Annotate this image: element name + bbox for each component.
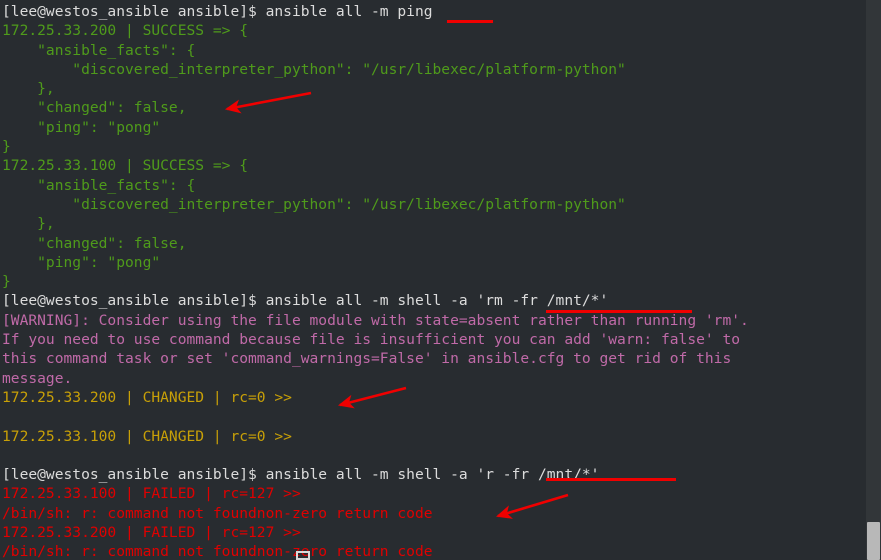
terminal-line: If you need to use command because file … — [2, 331, 741, 349]
terminal-line: 172.25.33.100 | CHANGED | rc=0 >> — [2, 427, 292, 445]
terminal-line: } — [2, 273, 11, 291]
terminal-line: "ansible_facts": { — [2, 176, 196, 194]
terminal-line: } — [2, 138, 11, 156]
terminal-line: [lee@westos_ansible ansible]$ ansible al… — [2, 292, 609, 310]
terminal-line: [WARNING]: Consider using the file modul… — [2, 311, 749, 329]
terminal-output-area[interactable]: [lee@westos_ansible ansible]$ ansible al… — [0, 0, 866, 560]
terminal-line: "ping": "pong" — [2, 253, 161, 271]
terminal-line: /bin/sh: r: command not foundnon-zero re… — [2, 504, 433, 522]
vertical-scrollbar[interactable] — [866, 0, 881, 560]
terminal-line: 172.25.33.100 | SUCCESS => { — [2, 157, 249, 175]
underline-rm-command — [546, 310, 692, 313]
terminal-line: [lee@westos_ansible ansible]$ ansible al… — [2, 3, 433, 20]
terminal-window[interactable]: [lee@westos_ansible ansible]$ ansible al… — [0, 0, 881, 560]
terminal-line: "discovered_interpreter_python": "/usr/l… — [2, 60, 626, 78]
terminal-line: 172.25.33.200 | FAILED | rc=127 >> — [2, 524, 301, 542]
terminal-line: this command task or set 'command_warnin… — [2, 350, 732, 368]
terminal-line: 172.25.33.100 | FAILED | rc=127 >> — [2, 485, 301, 503]
terminal-line: "changed": false, — [2, 99, 187, 117]
terminal-line: [lee@westos_ansible ansible]$ ansible al… — [2, 466, 600, 484]
terminal-line: 172.25.33.200 | CHANGED | rc=0 >> — [2, 388, 292, 406]
terminal-line: 172.25.33.200 | SUCCESS => { — [2, 22, 249, 40]
terminal-line: }, — [2, 215, 55, 233]
terminal-line: "ping": "pong" — [2, 118, 161, 136]
text-cursor — [296, 551, 310, 560]
terminal-line: message. — [2, 369, 73, 387]
terminal-line: "changed": false, — [2, 234, 187, 252]
terminal-line: "ansible_facts": { — [2, 41, 196, 59]
underline-r-command — [546, 478, 676, 481]
terminal-line: /bin/sh: r: command not foundnon-zero re… — [2, 543, 433, 560]
scrollbar-thumb[interactable] — [867, 522, 880, 560]
underline-ping — [447, 20, 493, 23]
terminal-line: "discovered_interpreter_python": "/usr/l… — [2, 195, 626, 213]
terminal-line: }, — [2, 80, 55, 98]
